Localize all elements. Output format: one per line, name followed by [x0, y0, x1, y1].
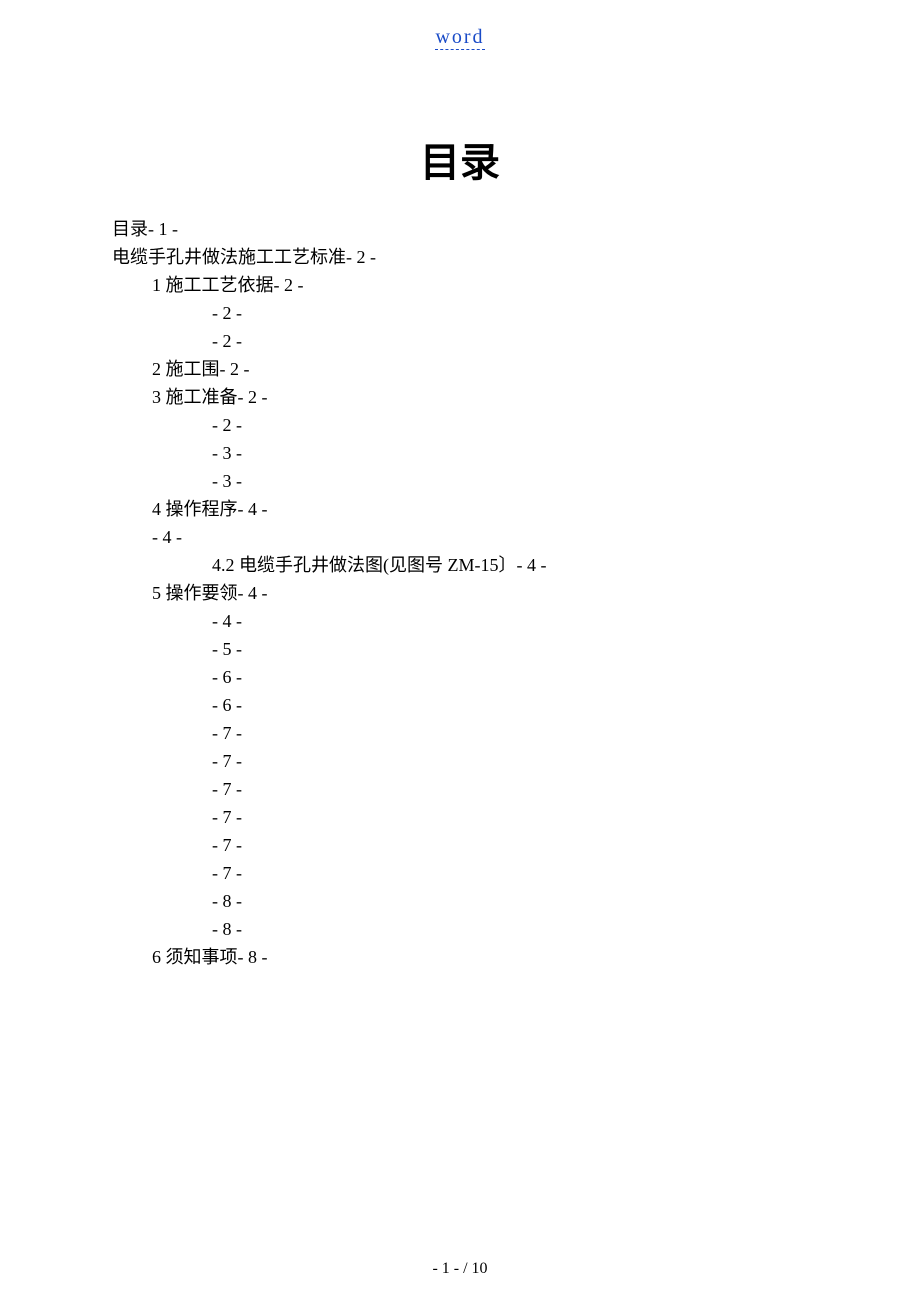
- toc-entry: - 3 -: [212, 467, 546, 495]
- toc-entry: - 6 -: [212, 691, 546, 719]
- toc-entry: - 2 -: [212, 411, 546, 439]
- page-footer: - 1 - / 10: [0, 1260, 920, 1278]
- toc-entry: 1 施工工艺依据- 2 -: [152, 271, 546, 299]
- toc-entry: - 7 -: [212, 859, 546, 887]
- toc-entry: - 7 -: [212, 831, 546, 859]
- page-title: 目录: [0, 130, 920, 188]
- toc-entry: - 7 -: [212, 803, 546, 831]
- toc-entry: 4 操作程序- 4 -: [152, 495, 546, 523]
- toc-entry: 2 施工围- 2 -: [152, 355, 546, 383]
- toc-entry: - 7 -: [212, 747, 546, 775]
- toc-entry: 6 须知事项- 8 -: [152, 943, 546, 971]
- toc-entry: - 3 -: [212, 439, 546, 467]
- toc-entry: - 8 -: [212, 887, 546, 915]
- toc-entry: - 7 -: [212, 775, 546, 803]
- toc-entry: 5 操作要领- 4 -: [152, 579, 546, 607]
- toc-entry: 目录- 1 -: [112, 215, 546, 243]
- toc-entry: 3 施工准备- 2 -: [152, 383, 546, 411]
- toc-entry: - 5 -: [212, 635, 546, 663]
- table-of-contents: 目录- 1 -电缆手孔井做法施工工艺标准- 2 -1 施工工艺依据- 2 -- …: [112, 215, 546, 971]
- toc-entry: - 4 -: [152, 523, 546, 551]
- toc-entry: - 7 -: [212, 719, 546, 747]
- toc-entry: - 8 -: [212, 915, 546, 943]
- toc-entry: - 2 -: [212, 299, 546, 327]
- toc-entry: 4.2 电缆手孔井做法图(见图号 ZM-15〕- 4 -: [212, 551, 546, 579]
- toc-entry: 电缆手孔井做法施工工艺标准- 2 -: [112, 243, 546, 271]
- word-link[interactable]: word: [435, 26, 484, 50]
- toc-entry: - 6 -: [212, 663, 546, 691]
- page-header: word: [0, 26, 920, 49]
- toc-entry: - 2 -: [212, 327, 546, 355]
- toc-entry: - 4 -: [212, 607, 546, 635]
